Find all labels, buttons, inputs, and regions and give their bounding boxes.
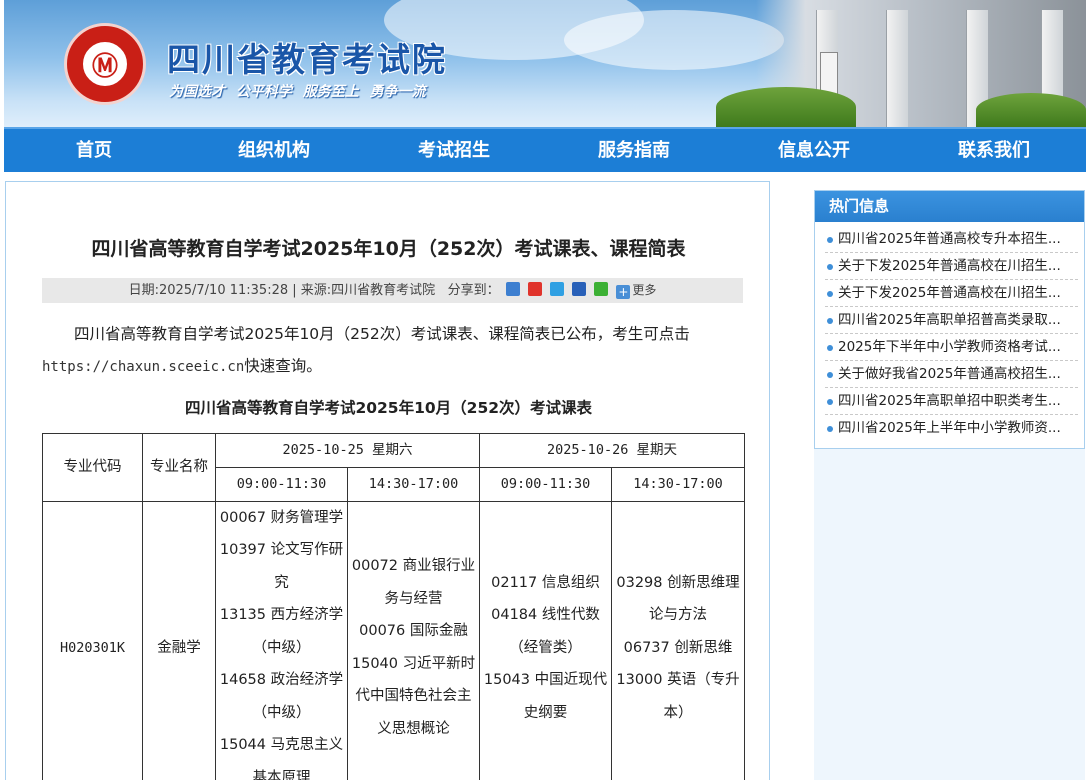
cell-day2-pm: 03298 创新思维理论与方法 06737 创新思维 13000 英语（专升本） bbox=[611, 500, 745, 780]
main-nav: 首页 组织机构 考试招生 服务指南 信息公开 联系我们 bbox=[4, 127, 1086, 172]
hot-info-link[interactable]: 四川省2025年普通高校专升本招生... bbox=[838, 231, 1061, 247]
article-meta-bar: 日期:2025/7/10 11:35:28 | 来源:四川省教育考试院 分享到：… bbox=[42, 278, 743, 303]
header-day2-am: 09:00-11:30 bbox=[479, 467, 612, 502]
course-item: 15040 习近平新时代中国特色社会主义思想概论 bbox=[351, 655, 476, 737]
nav-item-service-guide[interactable]: 服务指南 bbox=[544, 129, 724, 172]
course-item: 10397 论文写作研究 bbox=[219, 542, 344, 591]
hot-info-item[interactable]: 2025年下半年中小学教师资格考试... bbox=[825, 334, 1078, 361]
header-major-code: 专业代码 bbox=[42, 433, 143, 502]
nav-item-exams[interactable]: 考试招生 bbox=[364, 129, 544, 172]
cell-day1-pm: 00072 商业银行业务与经营 00076 国际金融 15040 习近平新时代中… bbox=[347, 500, 480, 780]
bullet-icon bbox=[827, 372, 833, 378]
course-item: 02117 信息组织 bbox=[491, 574, 600, 591]
article-title: 四川省高等教育自学考试2025年10月（252次）考试课表、课程简表 bbox=[91, 238, 686, 260]
share-label: 分享到： bbox=[447, 283, 500, 298]
sidebar-background bbox=[814, 449, 1085, 780]
banner-trees bbox=[976, 93, 1086, 127]
hot-info-item[interactable]: 四川省2025年高职单招普高类录取... bbox=[825, 307, 1078, 334]
schedule-table-title: 四川省高等教育自学考试2025年10月（252次）考试课表 bbox=[184, 399, 593, 417]
article-panel: 四川省高等教育自学考试2025年10月（252次）考试课表、课程简表 日期:20… bbox=[5, 181, 770, 780]
bullet-icon bbox=[827, 426, 833, 432]
nav-item-organization[interactable]: 组织机构 bbox=[184, 129, 364, 172]
share-more-link[interactable]: 更多 bbox=[632, 283, 656, 297]
hot-info-item[interactable]: 四川省2025年上半年中小学教师资... bbox=[825, 415, 1078, 442]
bullet-icon bbox=[827, 237, 833, 243]
hot-info-item[interactable]: 四川省2025年普通高校专升本招生... bbox=[825, 226, 1078, 253]
query-link[interactable]: https://chaxun.sceeic.cn bbox=[42, 359, 244, 375]
nav-item-info-disclosure[interactable]: 信息公开 bbox=[724, 129, 904, 172]
schedule-table: 专业代码 专业名称 2025-10-25 星期六 2025-10-26 星期天 … bbox=[42, 433, 745, 780]
wechat-share-icon[interactable] bbox=[594, 282, 609, 296]
building-pillar bbox=[886, 10, 908, 127]
nav-item-home[interactable]: 首页 bbox=[4, 129, 184, 172]
hot-info-link[interactable]: 2025年下半年中小学教师资格考试... bbox=[838, 339, 1061, 355]
hot-info-panel: 热门信息 四川省2025年普通高校专升本招生... 关于下发2025年普通高校在… bbox=[814, 190, 1085, 449]
bullet-icon bbox=[827, 318, 833, 324]
hot-info-link[interactable]: 关于做好我省2025年普通高校招生... bbox=[838, 366, 1061, 382]
header-day-1: 2025-10-25 星期六 bbox=[215, 433, 480, 468]
site-logo[interactable]: Ⓜ bbox=[64, 23, 146, 105]
course-item: 00072 商业银行业务与经营 bbox=[351, 558, 476, 607]
article-meta: 日期:2025/7/10 11:35:28 | 来源:四川省教育考试院 bbox=[128, 283, 436, 298]
header-major-name: 专业名称 bbox=[142, 433, 216, 502]
hot-info-item[interactable]: 关于下发2025年普通高校在川招生... bbox=[825, 253, 1078, 280]
course-item: 15044 马克思主义基本原理 bbox=[219, 737, 344, 780]
bullet-icon bbox=[827, 264, 833, 270]
hot-info-heading: 热门信息 bbox=[815, 191, 1084, 222]
cell-major-name: 金融学 bbox=[142, 500, 216, 780]
course-item: 00067 财务管理学 bbox=[219, 509, 344, 526]
hot-info-link[interactable]: 四川省2025年高职单招普高类录取... bbox=[838, 312, 1061, 328]
cell-day1-am: 00067 财务管理学 10397 论文写作研究 13135 西方经济学（中级）… bbox=[215, 500, 348, 780]
course-item: 03298 创新思维理论与方法 bbox=[616, 574, 740, 624]
hot-info-item[interactable]: 四川省2025年高职单招中职类考生... bbox=[825, 388, 1078, 415]
header-day-2: 2025-10-26 星期天 bbox=[479, 433, 745, 468]
more-share-icon[interactable]: + bbox=[616, 285, 631, 299]
course-item: 06737 创新思维 bbox=[623, 639, 733, 656]
site-title: 四川省教育考试院 bbox=[167, 40, 447, 79]
hot-info-item[interactable]: 关于做好我省2025年普通高校招生... bbox=[825, 361, 1078, 388]
bullet-icon bbox=[827, 399, 833, 405]
logo-emblem-icon: Ⓜ bbox=[80, 39, 130, 89]
course-item: 14658 政治经济学（中级） bbox=[219, 672, 344, 721]
header-day2-pm: 14:30-17:00 bbox=[611, 467, 745, 502]
nav-item-contact[interactable]: 联系我们 bbox=[904, 129, 1084, 172]
intro-text: 四川省高等教育自学考试2025年10月（252次）考试课表、课程简表已公布，考生… bbox=[74, 325, 690, 343]
hot-info-link[interactable]: 四川省2025年高职单招中职类考生... bbox=[838, 393, 1061, 409]
bullet-icon bbox=[827, 291, 833, 297]
hot-info-link[interactable]: 关于下发2025年普通高校在川招生... bbox=[838, 258, 1061, 274]
banner-cloud bbox=[564, 10, 784, 70]
hot-info-list: 四川省2025年普通高校专升本招生... 关于下发2025年普通高校在川招生..… bbox=[815, 222, 1084, 442]
header-day1-pm: 14:30-17:00 bbox=[347, 467, 480, 502]
table-row: H020301K 金融学 00067 财务管理学 10397 论文写作研究 13… bbox=[42, 500, 745, 780]
hot-info-link[interactable]: 四川省2025年上半年中小学教师资... bbox=[838, 420, 1061, 436]
weibo-share-icon[interactable] bbox=[527, 282, 542, 296]
renren-share-icon[interactable] bbox=[572, 282, 587, 296]
site-slogan: 为国选才 公平科学 服务至上 勇争一流 bbox=[169, 84, 426, 100]
hot-info-link[interactable]: 关于下发2025年普通高校在川招生... bbox=[838, 285, 1061, 301]
banner-trees bbox=[716, 87, 856, 127]
header-day1-am: 09:00-11:30 bbox=[215, 467, 348, 502]
course-item: 15043 中国近现代史纲要 bbox=[483, 672, 608, 721]
article-intro: 四川省高等教育自学考试2025年10月（252次）考试课表、课程简表已公布，考生… bbox=[42, 318, 747, 383]
course-item: 13000 英语（专升本） bbox=[616, 672, 740, 721]
course-item: 04184 线性代数（经管类） bbox=[491, 607, 600, 656]
tencent-weibo-share-icon[interactable] bbox=[550, 282, 564, 296]
bullet-icon bbox=[827, 345, 833, 351]
course-item: 00076 国际金融 bbox=[359, 623, 468, 640]
cell-day2-am: 02117 信息组织 04184 线性代数（经管类） 15043 中国近现代史纲… bbox=[479, 500, 612, 780]
site-banner: Ⓜ 四川省教育考试院 为国选才 公平科学 服务至上 勇争一流 bbox=[4, 0, 1086, 127]
qzone-share-icon[interactable] bbox=[505, 282, 520, 296]
course-item: 13135 西方经济学（中级） bbox=[219, 607, 344, 656]
hot-info-item[interactable]: 关于下发2025年普通高校在川招生... bbox=[825, 280, 1078, 307]
cell-major-code: H020301K bbox=[42, 500, 143, 780]
intro-tail: 快速查询。 bbox=[244, 357, 322, 375]
